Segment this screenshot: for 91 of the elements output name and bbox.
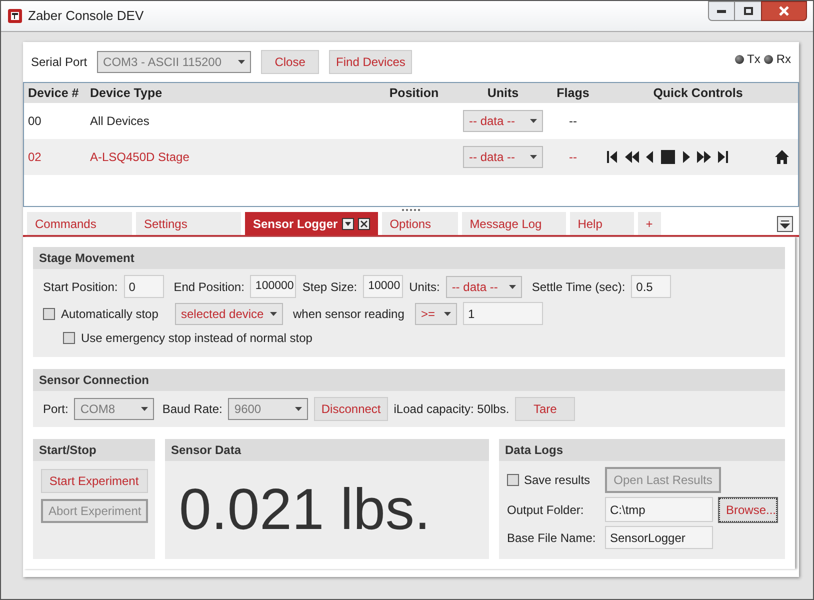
window-title: Zaber Console DEV [28,7,145,26]
app-logo-icon [7,8,23,24]
start-position-field[interactable]: 0 [124,275,164,298]
field-label: End Position: [174,278,244,296]
base-file-name-field[interactable]: SensorLogger [605,526,713,549]
minimize-button[interactable] [708,1,735,21]
indicator-light-icon [734,54,744,64]
capacity-text: iLoad capacity: 50lbs. [394,401,510,418]
close-button[interactable] [761,1,807,21]
table-cell: 00 [28,114,42,128]
field-label: Base File Name: [507,530,597,546]
column-header: Quick Controls [653,86,743,100]
open-last-results-button[interactable]: Open Last Results [605,467,721,493]
field-label: Settle Time (sec): [532,278,626,296]
table-cell: 02 [28,150,42,164]
checkbox-label: Automatically stop [61,306,160,322]
column-header: Position [389,86,439,100]
field-label: Step Size: [302,278,358,296]
column-header: Device Type [90,86,162,100]
column-header: Flags [556,86,590,100]
dropdown-arrow-icon [295,407,302,411]
dropdown-arrow-icon [444,312,451,316]
column-header: Device # [28,86,79,100]
maximize-button[interactable] [735,1,761,21]
fast-forward-icon[interactable] [696,149,712,165]
table-cell: -- [569,150,577,164]
close-port-button[interactable]: Close [261,50,320,74]
step-size-field[interactable]: 10000 [363,275,404,298]
tab[interactable]: + [638,212,661,235]
end-position-field[interactable]: 100000 [250,275,296,298]
field-label: Port: [43,401,68,418]
settle-time-field[interactable]: 0.5 [631,275,672,298]
field-label: Baud Rate: [162,401,222,418]
tab[interactable]: Help [570,212,634,235]
browse-button[interactable]: Browse... [719,498,777,522]
tab-close-icon[interactable] [358,218,370,230]
sensor-port-dropdown[interactable]: COM8 [74,398,154,420]
tab-menu-icon[interactable] [342,218,354,230]
indicator-label: Tx [746,51,760,68]
stop-icon[interactable] [660,149,676,165]
serial-port-dropdown[interactable]: COM3 - ASCII 115200 [97,51,252,73]
dropdown-arrow-icon [238,60,246,64]
dropdown-arrow-icon [508,284,516,288]
indicator-light-icon [764,54,774,64]
table-cell: A-LSQ450D Stage [90,150,190,164]
group-title: Data Logs [505,442,564,459]
tab[interactable]: Commands [27,212,132,235]
checkbox-label: Use emergency stop instead of normal stop [81,330,312,347]
dropdown-arrow-icon [141,407,148,411]
tare-button[interactable]: Tare [515,397,576,421]
units-dropdown[interactable]: -- data -- [463,146,543,168]
output-folder-field[interactable]: C:\tmp [605,497,713,522]
checkbox[interactable] [507,474,519,486]
home-icon[interactable] [774,149,790,165]
dropdown-arrow-icon [530,119,537,123]
stop-target-dropdown[interactable]: selected device [175,302,283,324]
tab[interactable]: Options [382,212,458,235]
table-cell: All Devices [90,114,150,128]
field-label: when sensor reading [292,306,406,322]
serial-port-label: Serial Port [31,54,88,71]
tab[interactable]: Sensor Logger [245,212,378,235]
column-header: Units [487,86,519,100]
rewind-icon[interactable] [624,149,640,165]
group-title: Sensor Connection [39,372,150,389]
field-label: Start Position: [43,278,118,296]
indicator-label: Rx [776,51,791,68]
group-title: Start/Stop [39,442,96,459]
comparison-dropdown[interactable]: >= [415,302,457,324]
units-dropdown[interactable]: -- data -- [446,276,522,298]
field-label: Output Folder: [507,502,585,518]
group-title: Stage Movement [39,250,134,267]
checkbox-label: Save results [524,472,590,489]
start-experiment-button[interactable]: Start Experiment [40,469,148,493]
tab-list-icon[interactable] [777,216,793,232]
units-dropdown[interactable]: -- data -- [463,110,543,132]
table-cell: -- [569,114,577,128]
tab[interactable]: Message Log [462,212,566,235]
dropdown-arrow-icon [530,155,537,159]
disconnect-button[interactable]: Disconnect [314,397,388,421]
dropdown-arrow-icon [270,312,277,316]
sensor-reading: 0.021 lbs. [179,481,431,539]
baud-rate-dropdown[interactable]: 9600 [228,398,308,420]
table-row[interactable]: 02 A-LSQ450D Stage -- data -- -- [24,139,798,175]
threshold-field[interactable]: 1 [463,302,543,325]
group-title: Sensor Data [171,442,242,459]
field-label: Units: [409,278,440,296]
close-icon [779,6,789,16]
tab[interactable]: Settings [136,212,241,235]
checkbox[interactable] [63,332,75,344]
checkbox[interactable] [43,308,55,320]
find-devices-button[interactable]: Find Devices [329,50,412,74]
